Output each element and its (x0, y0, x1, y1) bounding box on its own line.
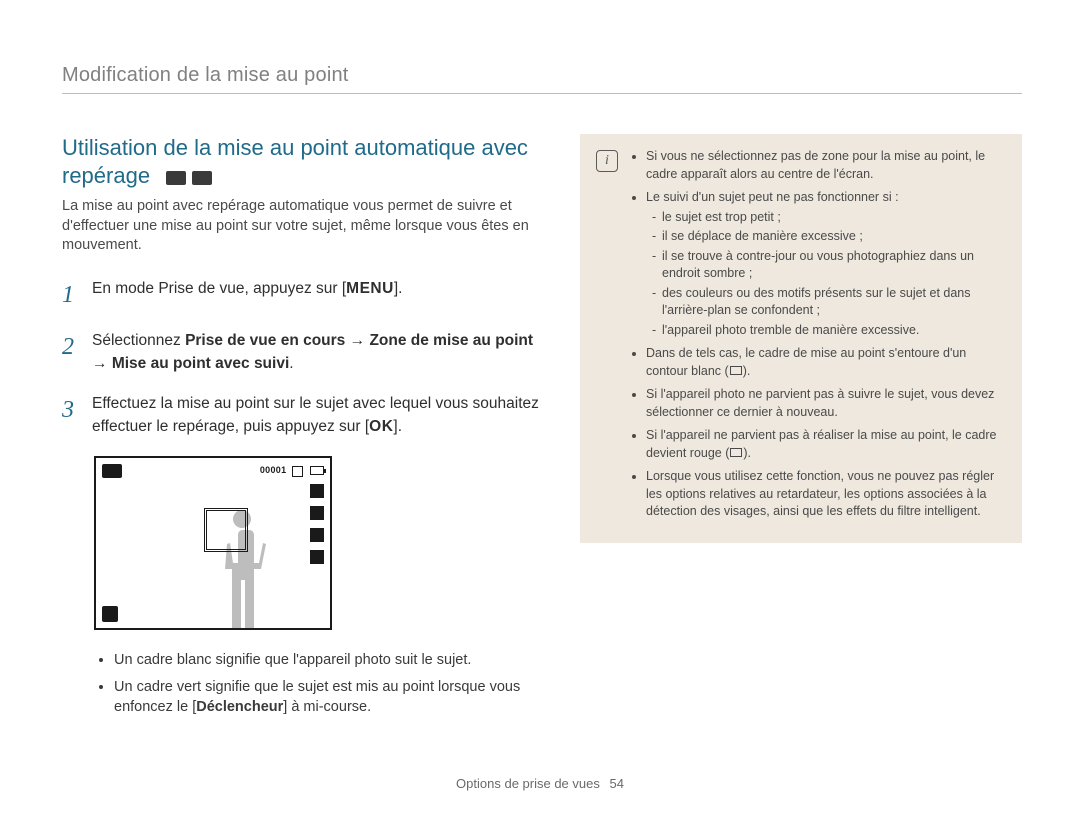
text: l'appareil photo tremble de manière exce… (662, 323, 919, 337)
arrow: → (345, 332, 369, 349)
step-body: En mode Prise de vue, appuyez sur [MENU]… (92, 278, 552, 313)
section-heading: Utilisation de la mise au point automati… (62, 134, 552, 189)
step-number: 3 (62, 393, 80, 438)
metering-icon (310, 528, 324, 542)
page-number: 54 (609, 776, 623, 791)
list-item: Lorsque vous utilisez cette fonction, vo… (646, 468, 1004, 521)
text: ] à mi-course. (283, 699, 371, 715)
text: ]. (393, 418, 402, 435)
step-number: 2 (62, 330, 80, 375)
battery-icon (310, 466, 324, 475)
shooting-mode-icon (102, 464, 122, 478)
list-item: Un cadre vert signifie que le sujet est … (114, 677, 552, 718)
bold: Déclencheur (196, 699, 283, 715)
list-item: Si l'appareil ne parvient pas à réaliser… (646, 427, 1004, 462)
intro-paragraph: La mise au point avec repérage automatiq… (62, 197, 552, 256)
note-box: i Si vous ne sélectionnez pas de zone po… (580, 134, 1022, 543)
list-item: le sujet est trop petit ; (652, 209, 1004, 227)
text: Le suivi d'un sujet peut ne pas fonction… (646, 190, 899, 204)
left-column: Utilisation de la mise au point automati… (62, 134, 552, 723)
shot-counter: 00001 (260, 465, 287, 475)
text: Dans de tels cas, le cadre de mise au po… (646, 346, 966, 378)
text: Si l'appareil photo ne parvient pas à su… (646, 387, 994, 419)
text: Si l'appareil ne parvient pas à réaliser… (646, 428, 997, 460)
page-footer: Options de prise de vues 54 (0, 776, 1080, 791)
bold: Prise de vue en cours (185, 332, 345, 349)
manual-page: Modification de la mise au point Utilisa… (0, 0, 1080, 815)
step-body: Effectuez la mise au point sur le sujet … (92, 393, 552, 438)
list-item: des couleurs ou des motifs présents sur … (652, 285, 1004, 320)
list-item: il se déplace de manière excessive ; (652, 228, 1004, 246)
note-info-icon: i (596, 150, 618, 172)
text: En mode Prise de vue, appuyez sur [ (92, 280, 346, 297)
bold: Mise au point avec suivi (112, 355, 289, 372)
title-rule (62, 93, 1022, 94)
text: Sélectionnez (92, 332, 185, 349)
text: il se déplace de manière excessive ; (662, 229, 863, 243)
tracking-focus-frame (204, 508, 248, 552)
mode-p-icon (166, 171, 186, 185)
arrow: → (92, 355, 112, 372)
step-1: 1 En mode Prise de vue, appuyez sur [MEN… (62, 278, 552, 313)
text: des couleurs ou des motifs présents sur … (662, 286, 971, 318)
step-number: 1 (62, 278, 80, 313)
menu-key: MENU (346, 278, 394, 300)
size-icon (310, 484, 324, 498)
text: . (289, 355, 293, 372)
bold: Zone de mise au point (369, 332, 533, 349)
stabilizer-icon (102, 606, 118, 622)
list-item: l'appareil photo tremble de manière exce… (652, 322, 1004, 340)
footer-section: Options de prise de vues (456, 776, 600, 791)
list-item: Si l'appareil photo ne parvient pas à su… (646, 386, 1004, 421)
note-list: Si vous ne sélectionnez pas de zone pour… (630, 148, 1004, 527)
note-sublist: le sujet est trop petit ; il se déplace … (646, 209, 1004, 340)
page-title: Modification de la mise au point (62, 64, 1022, 87)
heading-text: Utilisation de la mise au point automati… (62, 135, 528, 188)
step-3: 3 Effectuez la mise au point sur le suje… (62, 393, 552, 438)
mode-icons-group (166, 171, 212, 185)
mode-scene-icon (192, 171, 212, 185)
text: le sujet est trop petit ; (662, 210, 781, 224)
step-2: 2 Sélectionnez Prise de vue en cours → Z… (62, 330, 552, 375)
memory-card-icon (292, 466, 303, 477)
text: Lorsque vous utilisez cette fonction, vo… (646, 469, 994, 518)
step-body: Sélectionnez Prise de vue en cours → Zon… (92, 330, 552, 375)
text: il se trouve à contre-jour ou vous photo… (662, 249, 974, 281)
status-bar: 00001 (260, 464, 324, 475)
list-item: Si vous ne sélectionnez pas de zone pour… (646, 148, 1004, 183)
text: ). (743, 446, 751, 460)
right-column: i Si vous ne sélectionnez pas de zone po… (580, 134, 1022, 723)
camera-screen-illustration: 00001 (94, 456, 332, 630)
list-item: Un cadre blanc signifie que l'appareil p… (114, 650, 552, 670)
list-item: Le suivi d'un sujet peut ne pas fonction… (646, 189, 1004, 339)
flash-auto-icon (310, 550, 324, 564)
text: Un cadre blanc signifie que l'appareil p… (114, 652, 471, 668)
list-item: Dans de tels cas, le cadre de mise au po… (646, 345, 1004, 380)
text: ). (743, 364, 751, 378)
two-columns: Utilisation de la mise au point automati… (62, 134, 1022, 723)
text: ]. (394, 280, 403, 297)
text: Effectuez la mise au point sur le sujet … (92, 395, 539, 434)
list-item: il se trouve à contre-jour ou vous photo… (652, 248, 1004, 283)
ok-key: OK (369, 416, 393, 438)
red-frame-icon (730, 448, 742, 457)
illustration-wrap: 00001 (94, 456, 552, 630)
quality-icon (310, 506, 324, 520)
text: Si vous ne sélectionnez pas de zone pour… (646, 149, 985, 181)
right-overlay-icons (310, 484, 324, 564)
sub-bullets: Un cadre blanc signifie que l'appareil p… (114, 650, 552, 717)
steps-list: 1 En mode Prise de vue, appuyez sur [MEN… (62, 278, 552, 439)
white-frame-icon (730, 366, 742, 375)
